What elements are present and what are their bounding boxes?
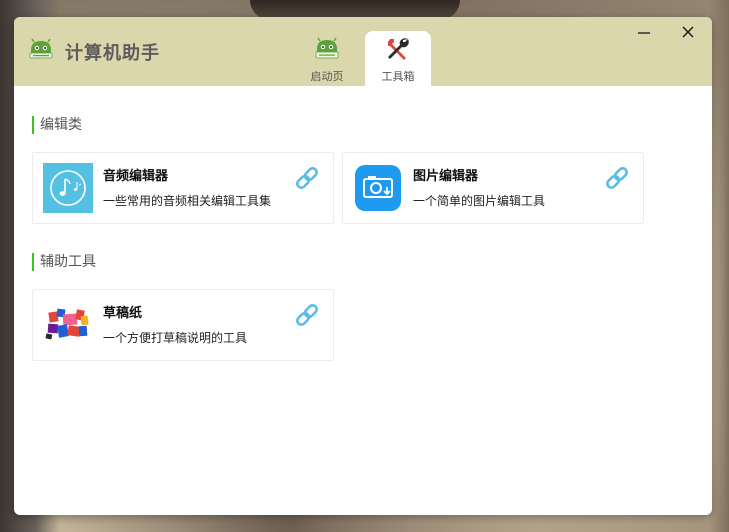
tool-description: 一个简单的图片编辑工具 [413, 194, 546, 208]
app-window: 计算机助手 启动页 工具箱 编辑类 音频编辑器 一些常用的音频相关编辑工具集 图… [14, 17, 712, 515]
tab-tools[interactable]: 工具箱 [365, 31, 431, 86]
tools-icon [388, 38, 409, 60]
tools-content: 编辑类 音频编辑器 一些常用的音频相关编辑工具集 图片编辑器 一个简单的图片编辑… [14, 86, 712, 515]
link-icon[interactable] [604, 165, 630, 191]
section-heading-edit: 编辑类 [32, 116, 82, 134]
tool-name: 音频编辑器 [103, 169, 169, 184]
link-icon[interactable] [294, 302, 320, 328]
tool-description: 一个方便打草稿说明的工具 [103, 331, 248, 345]
section-heading-aux: 辅助工具 [32, 253, 96, 271]
title-bar[interactable]: 计算机助手 启动页 工具箱 [14, 17, 712, 86]
tool-card-draft-paper[interactable]: 草稿纸 一个方便打草稿说明的工具 [32, 289, 334, 361]
link-icon[interactable] [294, 165, 320, 191]
app-title: 计算机助手 [65, 43, 160, 64]
tool-card-image-editor[interactable]: 图片编辑器 一个简单的图片编辑工具 [342, 152, 644, 224]
android-logo-icon [29, 38, 53, 59]
tool-description: 一些常用的音频相关编辑工具集 [103, 194, 272, 208]
minimize-icon[interactable] [631, 20, 657, 44]
android-logo-icon [315, 37, 339, 59]
wallpaper-shade-right [709, 0, 729, 532]
tool-name: 草稿纸 [103, 306, 143, 321]
tab-home-label: 启动页 [310, 70, 344, 83]
tab-home[interactable]: 启动页 [294, 31, 360, 86]
camera-icon [355, 165, 401, 211]
tool-name: 图片编辑器 [413, 169, 479, 184]
draft-paper-icon [45, 308, 89, 340]
music-note-icon [43, 163, 93, 213]
close-icon[interactable] [675, 20, 701, 44]
tool-card-audio-editor[interactable]: 音频编辑器 一些常用的音频相关编辑工具集 [32, 152, 334, 224]
tab-tools-label: 工具箱 [381, 70, 415, 83]
